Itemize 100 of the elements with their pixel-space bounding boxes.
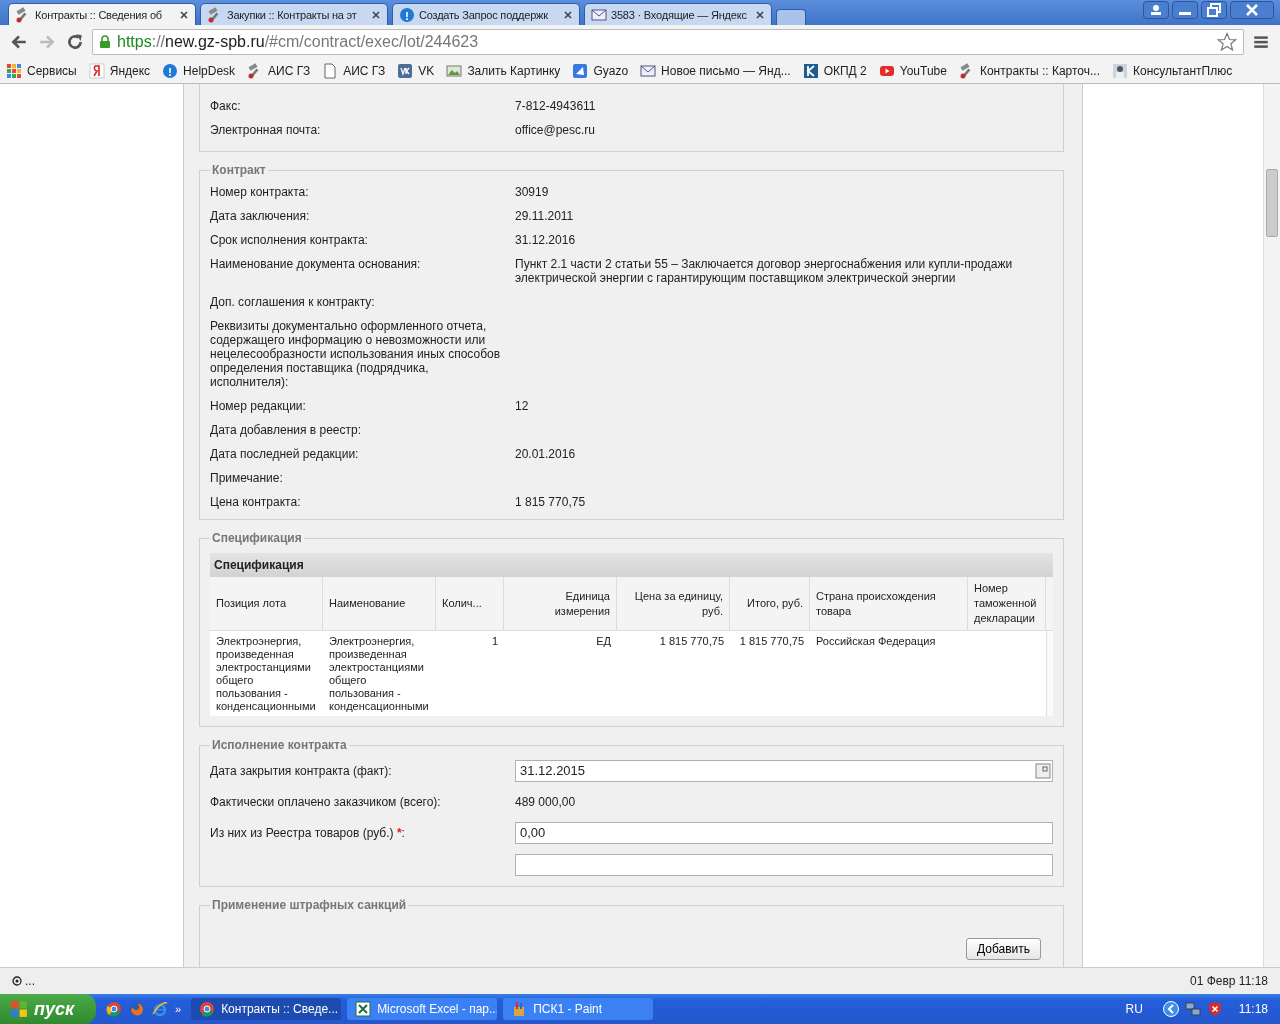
lock-icon — [99, 34, 111, 49]
close-icon[interactable] — [371, 9, 381, 20]
column-header[interactable]: Единица измерения — [504, 577, 617, 630]
browser-tab[interactable]: Создать Запрос поддержк — [392, 3, 580, 25]
help-icon — [162, 62, 179, 79]
restore-icon[interactable] — [1201, 1, 1227, 19]
close-icon[interactable] — [563, 9, 573, 20]
language-indicator[interactable]: RU — [1125, 1002, 1143, 1016]
person-icon — [1112, 62, 1128, 79]
close-icon[interactable] — [179, 9, 189, 20]
bookmark-item[interactable]: Контракты :: Карточ... — [958, 62, 1100, 79]
bookmark-item[interactable]: КонсультантПлюс — [1112, 62, 1233, 79]
field-value: office@pesc.ru — [515, 123, 596, 137]
help-icon — [399, 6, 415, 23]
field-label: Доп. соглашения к контракту: — [210, 295, 376, 309]
close-icon[interactable] — [755, 9, 765, 20]
new-tab-button[interactable] — [776, 9, 806, 25]
bookmark-item[interactable]: Яндекс — [88, 62, 151, 79]
more-button[interactable]: » — [175, 1003, 182, 1015]
bookmark-star-icon[interactable] — [1217, 31, 1237, 52]
field-label: Дата добавления в реестр: — [210, 423, 363, 437]
section-legend: Применение штрафных санкций — [210, 898, 409, 912]
image-icon — [446, 62, 463, 79]
windows-logo-icon — [10, 1000, 28, 1018]
minimize-icon[interactable] — [1172, 1, 1198, 19]
bookmark-item[interactable]: HelpDesk — [162, 62, 236, 79]
field-label: Номер контракта: — [210, 185, 310, 199]
column-header[interactable]: Итого, руб. — [730, 577, 810, 630]
date-field[interactable]: 31.12.2015 — [515, 760, 1053, 782]
table-cell: 1 815 770,75 — [739, 635, 804, 647]
input-field[interactable] — [515, 854, 1053, 876]
grid-icon — [6, 62, 22, 79]
k-icon — [802, 62, 819, 79]
field-label: Наименование документа основания: — [210, 257, 422, 273]
section-legend: Исполнение контракта — [210, 738, 349, 752]
field-value: 489 000,00 — [515, 795, 577, 809]
bookmark-item[interactable]: Сервисы — [6, 62, 77, 79]
chrome-icon — [199, 1001, 216, 1017]
field-label: Из них из Реестра товаров (руб.) *: — [210, 826, 406, 840]
bookmark-item[interactable]: Gyazo — [572, 62, 629, 79]
section-legend: Спецификация — [210, 531, 304, 545]
add-button[interactable]: Добавить — [965, 938, 1041, 960]
field-label: Электронная почта: — [210, 123, 322, 137]
column-header[interactable]: Номер таможенной декларации — [968, 577, 1046, 630]
field-value: 20.01.2016 — [515, 447, 577, 461]
clock: 11:18 — [1238, 1002, 1268, 1016]
address-bar[interactable]: https://new.gz-spb.ru/#cm/contract/exec/lot/244623 — [92, 28, 1244, 55]
close-icon[interactable] — [1230, 1, 1274, 19]
table-cell: 1 — [491, 635, 498, 647]
table-cell: Российская Федерация — [816, 635, 936, 647]
table-title: Спецификация — [210, 553, 1053, 577]
bookmark-item[interactable]: YouTube — [878, 62, 947, 79]
table-cell: Электроэнергия, произведенная электростанциями общего пользования - конденсационными — [329, 635, 429, 712]
bookmark-item[interactable]: АИС ГЗ — [247, 62, 311, 79]
bookmark-item[interactable]: VK — [397, 62, 435, 79]
bookmark-item[interactable]: Новое письмо — Янд... — [640, 62, 791, 79]
field-label: Номер редакции: — [210, 399, 307, 413]
bookmark-item[interactable]: АИС ГЗ — [322, 62, 386, 79]
taskbar-item[interactable]: Контракты :: Сведе... — [191, 998, 342, 1020]
page-scrollbar[interactable] — [1263, 84, 1280, 967]
browser-tab[interactable]: Закупки :: Контракты на эт — [200, 3, 388, 25]
table-cell: Электроэнергия, произведенная электростанциями общего пользования - конденсационными — [216, 635, 316, 712]
field-value: 30919 — [515, 185, 550, 199]
field-label: Дата заключения: — [210, 209, 311, 223]
vk-icon — [397, 62, 414, 79]
internet-explorer-icon[interactable] — [152, 1001, 168, 1017]
status-text: ... — [25, 974, 35, 988]
field-label: Факс: — [210, 99, 242, 113]
column-header[interactable]: Позиция лота — [210, 577, 323, 630]
chevron-left-icon[interactable] — [1162, 1001, 1179, 1017]
reload-icon[interactable] — [66, 32, 84, 51]
taskbar-item[interactable]: Microsoft Excel - пар... — [347, 998, 498, 1020]
column-header[interactable]: Наименование — [323, 577, 436, 630]
chrome-icon[interactable] — [106, 1001, 122, 1017]
bookmark-item[interactable]: Залить Картинку — [446, 62, 561, 79]
start-button[interactable]: пуск — [0, 994, 96, 1024]
field-value: 12 — [515, 399, 530, 413]
loading-icon — [12, 976, 22, 986]
yandex-icon — [88, 62, 105, 79]
user-icon[interactable] — [1143, 1, 1169, 19]
column-header[interactable]: Страна происхождения товара — [810, 577, 968, 630]
field-value: Пункт 2.1 части 2 статьи 55 – Заключается договор энергоснабжения или купли-продажи электрической энергии с гарантирующим поставщиком электрической энергии — [515, 257, 1014, 285]
table-scrollbar[interactable] — [1046, 631, 1053, 716]
taskbar-item[interactable]: ПСК1 - Paint — [503, 998, 654, 1020]
field-label: Примечание: — [210, 471, 284, 485]
input-field[interactable]: 0,00 — [515, 822, 1053, 844]
bookmark-item[interactable]: ОКПД 2 — [802, 62, 867, 79]
field-label: Срок исполнения контракта: — [210, 233, 369, 247]
shield-icon[interactable] — [1206, 1001, 1223, 1017]
browser-tab[interactable]: Контракты :: Сведения об — [8, 3, 196, 25]
column-header[interactable]: Цена за единицу, руб. — [617, 577, 730, 630]
field-label: Реквизиты документально оформленного отчета, содержащего информацию о невозможности или нецелесообразности использования иных способов определения поставщика (подрядчика, исполнителя): — [210, 319, 502, 389]
status-date: 01 Февр 11:18 — [1190, 974, 1268, 988]
column-header[interactable]: Колич... — [436, 577, 504, 630]
doc-icon — [322, 62, 339, 79]
field-label: Фактически оплачено заказчиком (всего): — [210, 795, 442, 809]
network-icon[interactable] — [1184, 1001, 1201, 1017]
field-label: Дата последней редакции: — [210, 447, 360, 461]
browser-tab[interactable]: 3583 · Входящие — Яндекс — [584, 3, 772, 25]
field-value: 7-812-4943611 — [515, 99, 597, 113]
